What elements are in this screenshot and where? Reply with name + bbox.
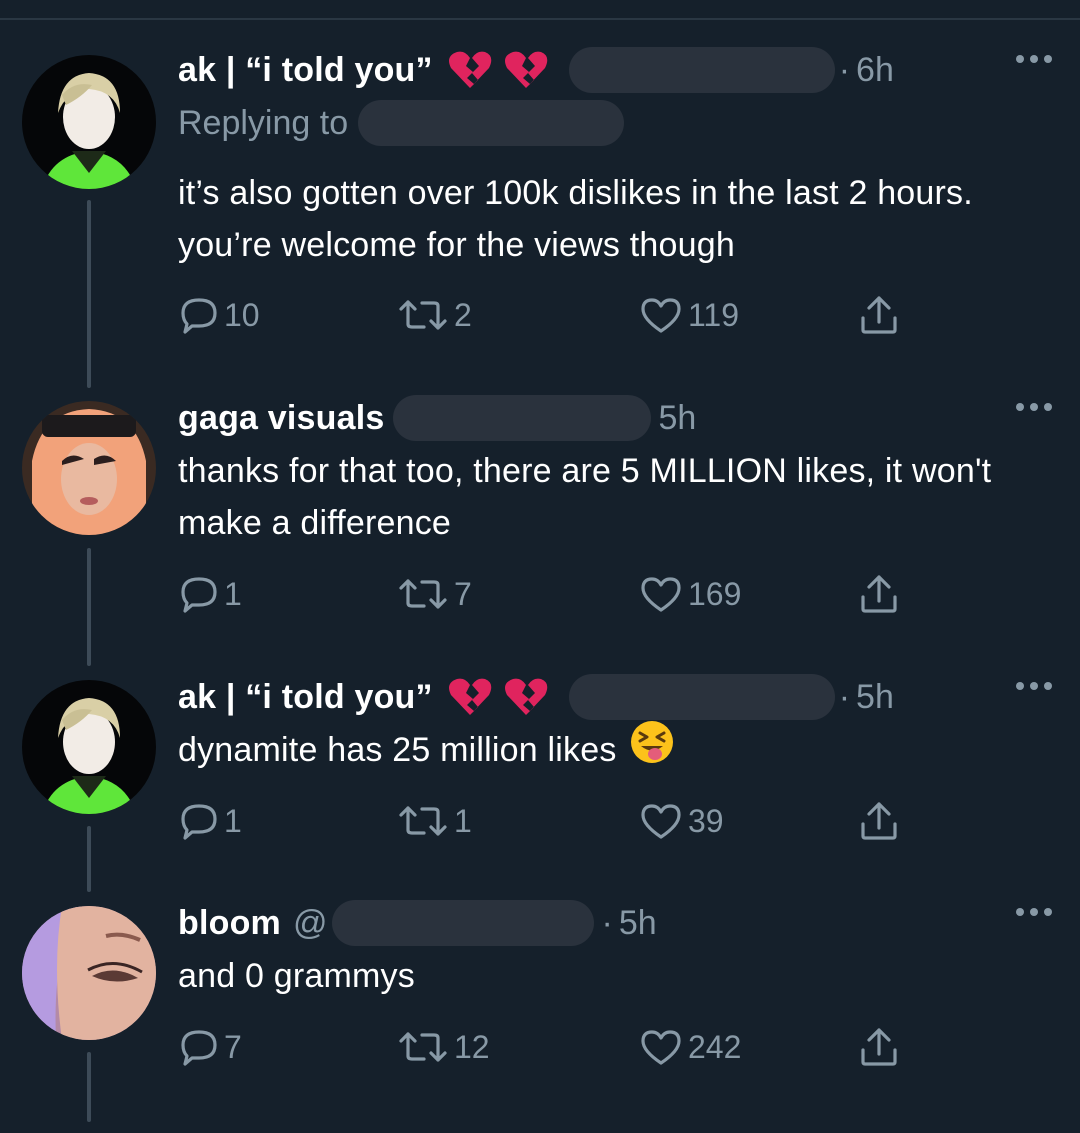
like-count: 169 xyxy=(688,575,742,612)
reply-button[interactable]: 1 xyxy=(178,569,242,619)
redacted-handle xyxy=(568,674,835,720)
tweet-header: ak | “i told you” · 5h xyxy=(178,672,894,722)
retweet-button[interactable]: 2 xyxy=(396,290,472,340)
reply-count: 10 xyxy=(224,296,260,333)
heart-icon xyxy=(638,294,684,336)
tweet-text-content: dynamite has 25 million likes xyxy=(178,731,617,769)
tweet-header: bloom @ · 5h xyxy=(178,898,657,948)
broken-heart-icon xyxy=(503,677,549,717)
reply-button[interactable]: 7 xyxy=(178,1022,242,1072)
avatar[interactable] xyxy=(22,680,156,814)
retweet-icon xyxy=(396,1026,450,1068)
heart-icon xyxy=(638,573,684,615)
tweet[interactable]: gaga visuals 5h thanks for that too, the… xyxy=(0,393,1080,633)
like-button[interactable]: 119 xyxy=(638,290,739,340)
retweet-button[interactable]: 1 xyxy=(396,796,472,846)
retweet-count: 1 xyxy=(454,802,472,839)
retweet-button[interactable]: 7 xyxy=(396,569,472,619)
tweet-actions: 1 7 169 xyxy=(178,569,938,619)
more-dots-icon[interactable] xyxy=(1016,403,1052,411)
avatar[interactable] xyxy=(22,906,156,1040)
like-button[interactable]: 169 xyxy=(638,569,741,619)
more-dots-icon[interactable] xyxy=(1016,55,1052,63)
redacted-handle xyxy=(392,395,651,441)
reply-button[interactable]: 10 xyxy=(178,290,260,340)
tweet[interactable]: ak | “i told you” · 5h dynamite has 25 m… xyxy=(0,672,1080,862)
display-name[interactable]: ak | “i told you” xyxy=(178,678,433,717)
tweet-text: it’s also gotten over 100k dislikes in t… xyxy=(178,174,973,264)
redacted-handle xyxy=(568,47,835,93)
tweet[interactable]: bloom @ · 5h and 0 grammys 7 12 242 xyxy=(0,898,1080,1088)
reply-bubble-icon xyxy=(178,573,220,615)
squinting-face-with-tongue-icon xyxy=(629,719,675,780)
tweet-text: and 0 grammys xyxy=(178,957,415,995)
timestamp[interactable]: 5h xyxy=(659,399,697,438)
retweet-count: 12 xyxy=(454,1028,490,1065)
top-divider xyxy=(0,18,1080,20)
more-dots-icon[interactable] xyxy=(1016,908,1052,916)
reply-bubble-icon xyxy=(178,1026,220,1068)
share-icon xyxy=(856,292,902,338)
separator-dot: · xyxy=(838,50,851,89)
reply-count: 1 xyxy=(224,802,242,839)
separator-dot: · xyxy=(838,677,851,716)
broken-heart-icon xyxy=(503,50,549,90)
handle-at: @ xyxy=(292,903,328,942)
heart-icon xyxy=(638,1026,684,1068)
reply-bubble-icon xyxy=(178,800,220,842)
tweet-actions: 1 1 39 xyxy=(178,796,938,846)
retweet-count: 7 xyxy=(454,575,472,612)
display-name[interactable]: bloom xyxy=(178,904,281,943)
retweet-icon xyxy=(396,573,450,615)
reply-bubble-icon xyxy=(178,294,220,336)
like-button[interactable]: 242 xyxy=(638,1022,741,1072)
retweet-icon xyxy=(396,294,450,336)
heart-icon xyxy=(638,800,684,842)
avatar[interactable] xyxy=(22,401,156,535)
display-name[interactable]: ak | “i told you” xyxy=(178,51,433,90)
tweet-actions: 10 2 119 xyxy=(178,290,938,340)
tweet-actions: 7 12 242 xyxy=(178,1022,938,1072)
like-count: 119 xyxy=(688,296,740,333)
like-button[interactable]: 39 xyxy=(638,796,724,846)
timestamp[interactable]: 5h xyxy=(619,904,657,943)
redacted-handle xyxy=(331,900,594,946)
retweet-count: 2 xyxy=(454,296,472,333)
redacted-mention[interactable] xyxy=(358,100,625,146)
retweet-button[interactable]: 12 xyxy=(396,1022,490,1072)
broken-heart-icon xyxy=(447,50,493,90)
avatar[interactable] xyxy=(22,55,156,189)
replying-to: Replying to xyxy=(178,95,625,151)
reply-count: 7 xyxy=(224,1028,242,1065)
reply-count: 1 xyxy=(224,575,242,612)
share-button[interactable] xyxy=(856,796,902,846)
broken-heart-icon xyxy=(447,677,493,717)
replying-label: Replying to xyxy=(178,103,349,142)
timestamp[interactable]: 5h xyxy=(856,678,894,717)
share-icon xyxy=(856,1024,902,1070)
tweet[interactable]: ak | “i told you” · 6h Replying to it’s … xyxy=(0,45,1080,365)
tweet-header: gaga visuals 5h xyxy=(178,393,696,443)
share-icon xyxy=(856,571,902,617)
share-button[interactable] xyxy=(856,1022,902,1072)
like-count: 39 xyxy=(688,802,724,839)
reply-button[interactable]: 1 xyxy=(178,796,242,846)
share-button[interactable] xyxy=(856,290,902,340)
more-dots-icon[interactable] xyxy=(1016,682,1052,690)
display-name[interactable]: gaga visuals xyxy=(178,399,385,438)
separator-dot: · xyxy=(601,903,613,942)
tweet-text: thanks for that too, there are 5 MILLION… xyxy=(178,452,992,542)
like-count: 242 xyxy=(688,1028,742,1065)
share-icon xyxy=(856,798,902,844)
timestamp[interactable]: 6h xyxy=(856,51,894,90)
retweet-icon xyxy=(396,800,450,842)
tweet-header: ak | “i told you” · 6h xyxy=(178,45,894,95)
share-button[interactable] xyxy=(856,569,902,619)
tweet-text: dynamite has 25 million likes xyxy=(178,720,1038,780)
